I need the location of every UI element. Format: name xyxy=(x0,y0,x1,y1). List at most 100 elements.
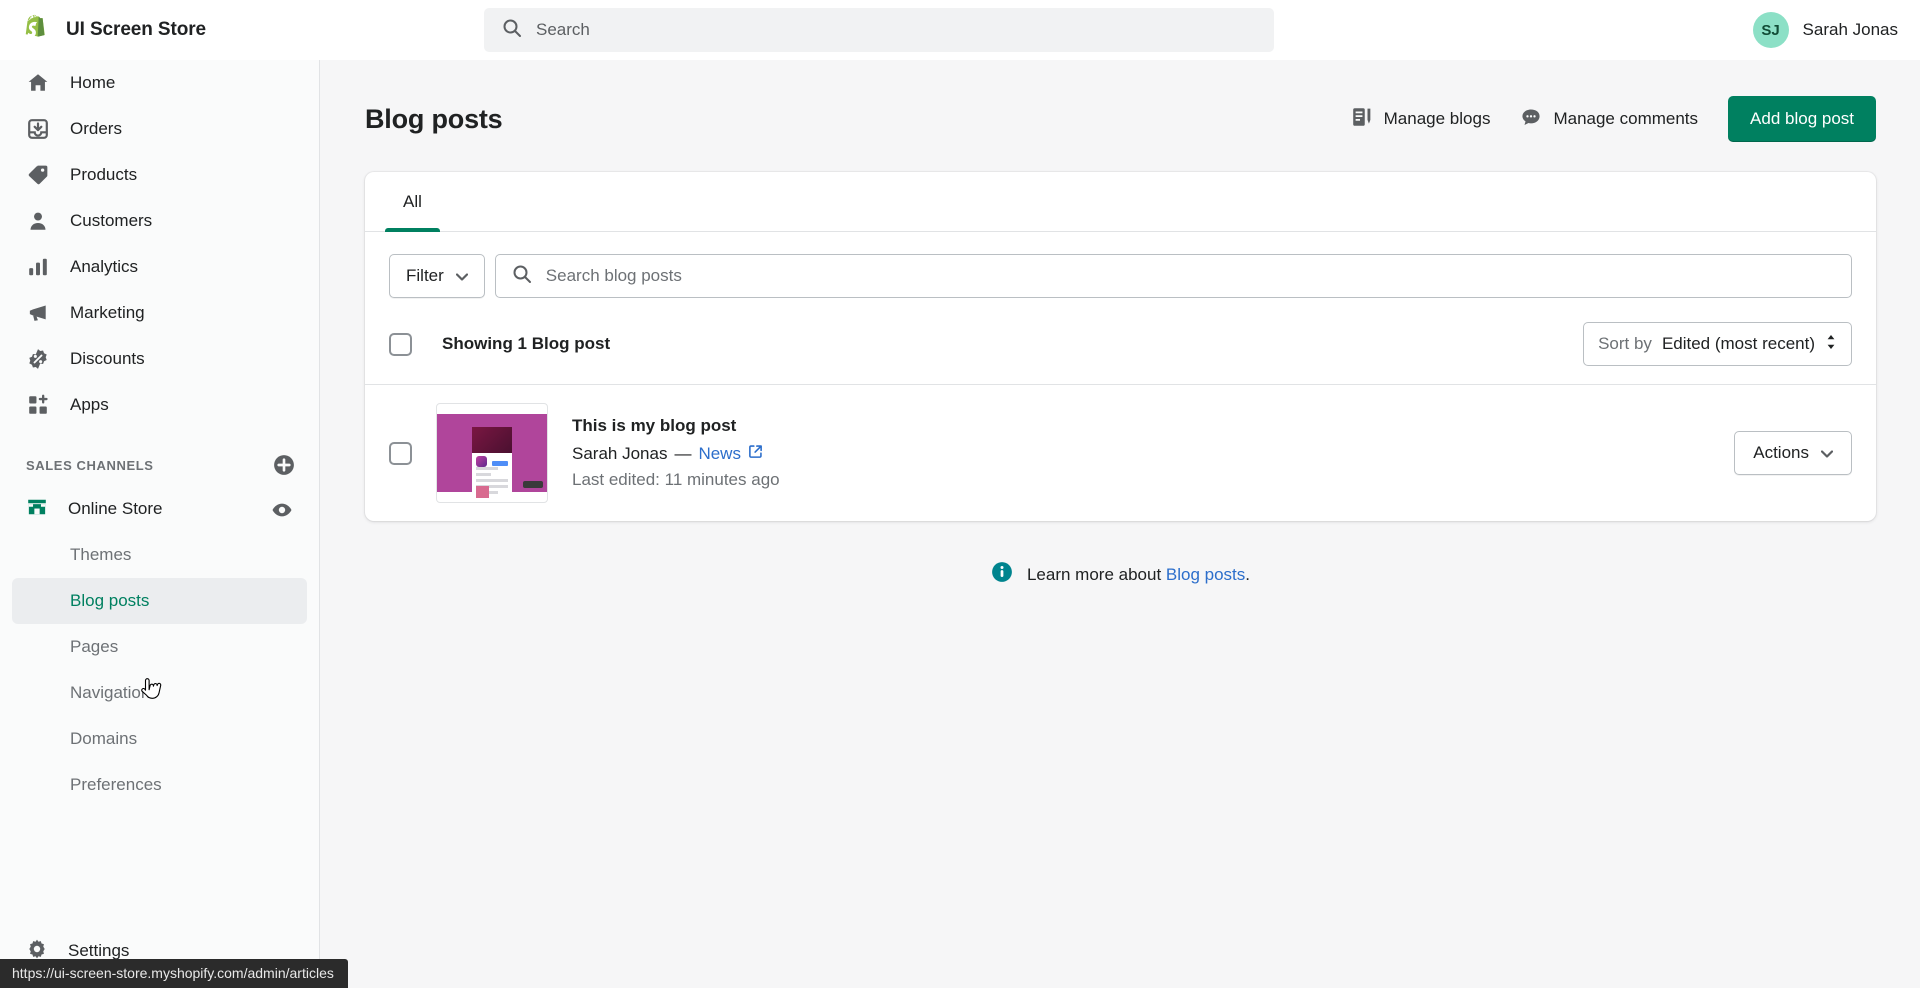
sidebar-item-label: Orders xyxy=(70,119,122,138)
actions-label: Actions xyxy=(1753,443,1809,462)
avatar: SJ xyxy=(1752,12,1789,48)
sales-channels-header: SALES CHANNELS xyxy=(26,450,295,480)
post-blog-link[interactable]: News xyxy=(698,444,741,464)
sidebar-item-label: Apps xyxy=(70,395,109,414)
apps-grid-plus-icon xyxy=(26,393,50,417)
person-icon xyxy=(26,209,50,233)
brand[interactable]: UI Screen Store xyxy=(0,14,320,47)
sidebar-item-home[interactable]: Home xyxy=(12,60,307,106)
page-header: Blog posts Manage blogs Manage comments … xyxy=(365,96,1876,142)
learn-more-link[interactable]: Blog posts xyxy=(1166,565,1245,584)
product-tag-icon xyxy=(26,163,50,187)
comment-bubble-icon xyxy=(1520,106,1542,133)
post-info: This is my blog post Sarah Jonas — News … xyxy=(572,416,1710,490)
sidebar-item-preferences[interactable]: Preferences xyxy=(12,762,307,808)
sidebar-item-label: Discounts xyxy=(70,349,145,368)
showing-count-label: Showing 1 Blog post xyxy=(442,334,611,353)
sidebar-item-marketing[interactable]: Marketing xyxy=(12,290,307,336)
sidebar-item-label: Preferences xyxy=(70,775,162,794)
megaphone-icon xyxy=(26,301,50,325)
sidebar-item-apps[interactable]: Apps xyxy=(12,382,307,428)
top-bar: UI Screen Store Search SJ Sarah Jonas xyxy=(0,0,1920,60)
sidebar-item-label: Customers xyxy=(70,211,153,230)
sidebar-item-label: Settings xyxy=(68,941,130,960)
post-title-link[interactable]: This is my blog post xyxy=(572,416,1710,436)
learn-more-suffix: . xyxy=(1245,564,1251,584)
sidebar-item-domains[interactable]: Domains xyxy=(12,716,307,762)
eye-icon[interactable] xyxy=(271,499,293,526)
tab-bar: All xyxy=(365,172,1876,232)
external-link-icon[interactable] xyxy=(748,444,763,464)
sort-value-label: Edited (most recent) xyxy=(1661,334,1815,353)
sidebar: Home Orders Products Customers Analytics… xyxy=(0,60,320,988)
shopify-bag-icon xyxy=(22,14,52,47)
sidebar-item-pages[interactable]: Pages xyxy=(12,624,307,670)
learn-more-banner: Learn more about Blog posts. xyxy=(321,561,1920,588)
tab-all[interactable]: All xyxy=(377,172,448,232)
row-actions-button[interactable]: Actions xyxy=(1734,431,1852,475)
sidebar-item-blog-posts[interactable]: Blog posts xyxy=(12,578,307,624)
search-placeholder: Search blog posts xyxy=(545,266,682,285)
sidebar-item-label: Navigation xyxy=(70,683,151,702)
user-name: Sarah Jonas xyxy=(1802,20,1898,39)
search-icon xyxy=(502,18,522,43)
search-icon xyxy=(512,264,532,289)
blog-document-icon xyxy=(1351,106,1373,133)
blog-post-thumbnail[interactable] xyxy=(436,403,548,503)
chevron-down-icon xyxy=(455,266,468,286)
manage-blogs-button[interactable]: Manage blogs xyxy=(1351,106,1491,133)
header-actions: Manage blogs Manage comments Add blog po… xyxy=(1351,96,1876,142)
tab-label: All xyxy=(403,191,422,211)
sidebar-item-themes[interactable]: Themes xyxy=(12,532,307,578)
sidebar-item-orders[interactable]: Orders xyxy=(12,106,307,152)
sidebar-item-label: Online Store xyxy=(68,499,163,518)
discount-percent-icon xyxy=(26,347,50,371)
filter-row: Filter Search blog posts xyxy=(365,232,1876,316)
search-blog-posts-input[interactable]: Search blog posts xyxy=(494,254,1852,298)
sort-by-select[interactable]: Sort by Edited (most recent) xyxy=(1583,322,1852,366)
sidebar-item-label: Analytics xyxy=(70,257,139,276)
status-bar-url: https://ui-screen-store.myshopify.com/ad… xyxy=(0,959,348,988)
list-header: Showing 1 Blog post Sort by Edited (most… xyxy=(365,316,1876,384)
filter-label: Filter xyxy=(406,266,444,285)
sales-channels-title: SALES CHANNELS xyxy=(26,457,154,473)
sort-updown-icon xyxy=(1825,333,1837,356)
post-author: Sarah Jonas xyxy=(572,444,668,463)
sidebar-item-navigation[interactable]: Navigation xyxy=(12,670,307,716)
sidebar-item-label: Domains xyxy=(70,729,138,748)
learn-more-prefix: Learn more about xyxy=(1026,564,1166,584)
search-placeholder: Search xyxy=(536,20,590,39)
filter-button[interactable]: Filter xyxy=(389,254,485,298)
home-icon xyxy=(26,71,50,95)
manage-comments-button[interactable]: Manage comments xyxy=(1520,106,1698,133)
row-select-checkbox[interactable] xyxy=(389,441,412,465)
sidebar-item-label: Blog posts xyxy=(70,591,150,610)
add-blog-post-button[interactable]: Add blog post xyxy=(1728,96,1876,142)
blog-posts-card: All Filter Search blog posts Showing 1 B… xyxy=(365,172,1876,521)
brand-name: UI Screen Store xyxy=(66,19,206,40)
sidebar-item-customers[interactable]: Customers xyxy=(12,198,307,244)
sidebar-item-products[interactable]: Products xyxy=(12,152,307,198)
manage-blogs-label: Manage blogs xyxy=(1383,109,1491,128)
sidebar-item-label: Themes xyxy=(70,545,132,564)
plus-circle-icon[interactable] xyxy=(273,454,295,476)
bar-chart-icon xyxy=(26,255,50,279)
orders-inbox-icon xyxy=(26,117,50,141)
user-menu[interactable]: SJ Sarah Jonas xyxy=(1752,0,1898,60)
sidebar-item-online-store[interactable]: Online Store xyxy=(12,486,307,532)
sidebar-item-label: Pages xyxy=(70,637,119,656)
sidebar-item-label: Products xyxy=(70,165,138,184)
sidebar-item-label: Marketing xyxy=(70,303,145,322)
sidebar-item-analytics[interactable]: Analytics xyxy=(12,244,307,290)
table-row: This is my blog post Sarah Jonas — News … xyxy=(365,384,1876,521)
learn-more-text: Learn more about Blog posts. xyxy=(1027,565,1250,585)
sidebar-item-discounts[interactable]: Discounts xyxy=(12,336,307,382)
chevron-down-icon xyxy=(1820,443,1834,463)
global-search-input[interactable]: Search xyxy=(484,8,1274,52)
post-meta: Sarah Jonas — News xyxy=(572,444,1710,464)
storefront-icon xyxy=(26,496,48,523)
manage-comments-label: Manage comments xyxy=(1553,109,1699,128)
page-title: Blog posts xyxy=(365,103,503,134)
select-all-checkbox[interactable] xyxy=(389,332,412,356)
info-circle-icon xyxy=(991,561,1013,588)
